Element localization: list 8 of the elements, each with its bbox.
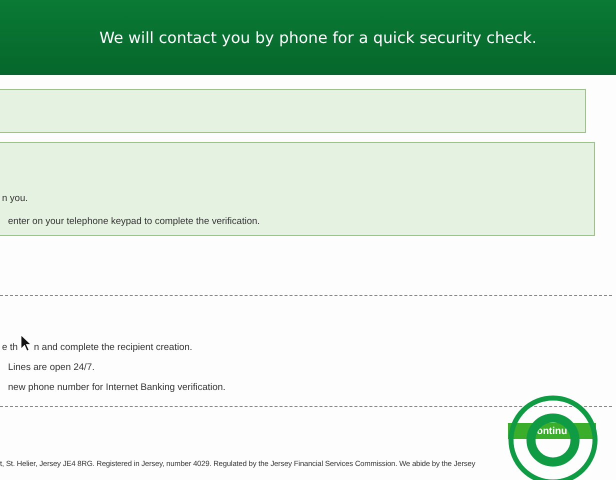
instruction-text: e th bbox=[2, 342, 18, 353]
info-text: n you. bbox=[2, 193, 29, 204]
instruction-text: n and complete the recipient creation. bbox=[34, 342, 192, 353]
instruction-text: new phone number for Internet Banking verification. bbox=[8, 382, 227, 393]
info-text: enter on your telephone keypad to complete the verification. bbox=[8, 216, 261, 227]
header-title: We will contact you by phone for a quick security check. bbox=[99, 28, 537, 46]
instruction-text: Lines are open 24/7. bbox=[8, 362, 96, 373]
mouse-cursor-icon bbox=[20, 334, 32, 352]
